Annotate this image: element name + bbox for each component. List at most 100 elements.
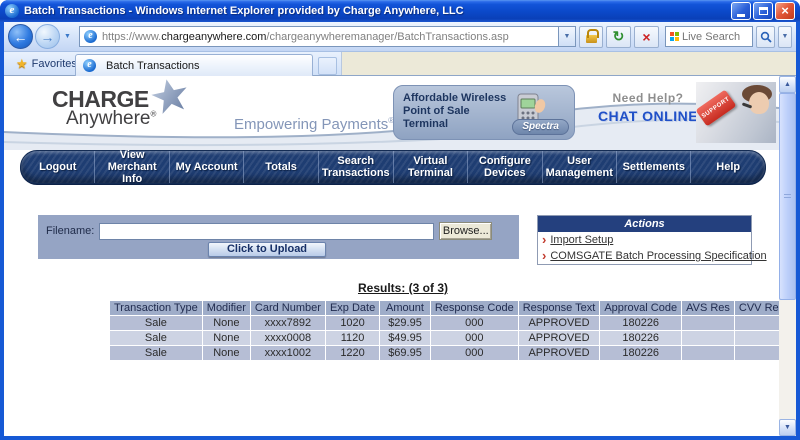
nav-item-search-transactions[interactable]: Search Transactions bbox=[318, 151, 393, 183]
table-cell: 000 bbox=[431, 316, 518, 330]
title-bar[interactable]: e Batch Transactions - Windows Internet … bbox=[0, 0, 800, 22]
site-header: CHARGE Anywhere® Empowering Payments® Af… bbox=[4, 76, 779, 150]
page-viewport: CHARGE Anywhere® Empowering Payments® Af… bbox=[4, 76, 796, 436]
spectra-badge: Spectra bbox=[512, 119, 569, 135]
forward-button[interactable]: → bbox=[35, 24, 60, 49]
nav-item-configure-devices[interactable]: Configure Devices bbox=[467, 151, 541, 183]
nav-item-user-management[interactable]: User Management bbox=[542, 151, 616, 183]
scroll-down-button[interactable]: ▼ bbox=[779, 419, 796, 436]
window-title: Batch Transactions - Windows Internet Ex… bbox=[24, 5, 731, 17]
results-section: Results: (3 of 3) Transaction TypeModifi… bbox=[109, 281, 697, 361]
column-header-response-text: Response Text bbox=[519, 301, 600, 315]
nav-item-virtual-terminal[interactable]: Virtual Terminal bbox=[393, 151, 467, 183]
table-cell: 180226 bbox=[600, 331, 681, 345]
search-input[interactable] bbox=[682, 31, 749, 43]
chat-online-link[interactable]: CHAT ONLINE bbox=[587, 108, 709, 124]
table-cell: Sale bbox=[110, 316, 202, 330]
nav-item-totals[interactable]: Totals bbox=[243, 151, 317, 183]
table-cell: None bbox=[203, 346, 250, 360]
action-row: › Import Setup bbox=[538, 232, 751, 248]
nav-bar: LogoutView Merchant InfoMy AccountTotals… bbox=[20, 150, 766, 184]
chat-online-block[interactable]: Need Help? CHAT ONLINE bbox=[587, 91, 709, 124]
table-cell: 1220 bbox=[326, 346, 379, 360]
column-header-card-number: Card Number bbox=[251, 301, 325, 315]
table-cell: 180226 bbox=[600, 346, 681, 360]
support-agent-face bbox=[749, 92, 769, 114]
refresh-button[interactable]: ↻ bbox=[606, 26, 631, 48]
back-button[interactable]: ← bbox=[8, 24, 33, 49]
charge-anywhere-logo[interactable]: CHARGE Anywhere® bbox=[52, 86, 156, 130]
url-domain: chargeanywhere.com bbox=[161, 31, 266, 43]
filename-input[interactable] bbox=[99, 223, 434, 240]
table-cell: Sale bbox=[110, 331, 202, 345]
magnifier-icon bbox=[760, 31, 772, 43]
scrollbar-thumb[interactable] bbox=[779, 93, 796, 300]
table-cell: $49.95 bbox=[380, 331, 430, 345]
column-header-approval-code: Approval Code bbox=[600, 301, 681, 315]
table-row: SaleNonexxxx78921020$29.95000APPROVED180… bbox=[110, 316, 779, 330]
spectra-banner[interactable]: Affordable Wireless Point of Sale Termin… bbox=[393, 85, 575, 140]
actions-panel-title: Actions bbox=[538, 216, 751, 232]
search-options-dropdown[interactable]: ▼ bbox=[778, 26, 792, 48]
table-cell: xxxx7892 bbox=[251, 316, 325, 330]
close-icon: × bbox=[781, 4, 789, 18]
nav-item-my-account[interactable]: My Account bbox=[169, 151, 243, 183]
close-button[interactable]: × bbox=[775, 2, 795, 20]
tagline: Empowering Payments® bbox=[234, 116, 394, 133]
action-link-comsgate-batch-processing-specification[interactable]: COMSGATE Batch Processing Specification bbox=[550, 250, 766, 262]
table-cell: 000 bbox=[431, 331, 518, 345]
address-bar[interactable]: e https://www.chargeanywhere.com/chargea… bbox=[79, 26, 559, 47]
logo-star-icon bbox=[150, 78, 190, 114]
upload-button[interactable]: Click to Upload bbox=[208, 242, 326, 257]
browse-button[interactable]: Browse... bbox=[439, 222, 492, 240]
live-search-box[interactable] bbox=[665, 26, 753, 47]
table-cell: 180226 bbox=[600, 316, 681, 330]
table-cell bbox=[735, 316, 779, 330]
action-bullet-icon: › bbox=[542, 251, 546, 261]
favorites-button[interactable]: ★ Favorites bbox=[10, 55, 83, 73]
upload-panel: Filename: Browse... Click to Upload bbox=[38, 215, 519, 259]
filename-label: Filename: bbox=[46, 225, 94, 237]
maximize-button[interactable] bbox=[753, 2, 773, 20]
column-header-amount: Amount bbox=[380, 301, 430, 315]
action-link-import-setup[interactable]: Import Setup bbox=[550, 234, 613, 246]
need-help-label: Need Help? bbox=[587, 91, 709, 105]
table-cell: APPROVED bbox=[519, 316, 600, 330]
table-cell bbox=[735, 331, 779, 345]
window-controls: × bbox=[731, 2, 795, 20]
navigation-toolbar: ← → ▼ e https://www.chargeanywhere.com/c… bbox=[4, 22, 796, 52]
table-cell: None bbox=[203, 331, 250, 345]
stop-button[interactable]: × bbox=[634, 26, 659, 48]
table-row: SaleNonexxxx10021220$69.95000APPROVED180… bbox=[110, 346, 779, 360]
table-cell: None bbox=[203, 316, 250, 330]
action-bullet-icon: › bbox=[542, 235, 546, 245]
nav-item-settlements[interactable]: Settlements bbox=[616, 151, 690, 183]
nav-item-logout[interactable]: Logout bbox=[21, 151, 94, 183]
security-lock-button[interactable] bbox=[579, 26, 603, 48]
vertical-scrollbar[interactable]: ▲ ▼ bbox=[779, 76, 796, 436]
page-icon: e bbox=[84, 30, 97, 43]
nav-item-view-merchant-info[interactable]: View Merchant Info bbox=[94, 151, 168, 183]
address-dropdown-button[interactable]: ▼ bbox=[559, 26, 576, 47]
url-path: /chargeanywheremanager/BatchTransactions… bbox=[266, 31, 508, 43]
table-cell bbox=[682, 346, 734, 360]
nav-item-help[interactable]: Help bbox=[690, 151, 764, 183]
support-key-icon: SUPPORT bbox=[696, 89, 736, 126]
table-cell bbox=[682, 316, 734, 330]
search-go-button[interactable] bbox=[756, 26, 775, 48]
tab-batch-transactions[interactable]: e Batch Transactions bbox=[75, 54, 313, 76]
column-header-avs-res: AVS Res bbox=[682, 301, 734, 315]
live-search-icon bbox=[669, 32, 679, 42]
table-cell: 000 bbox=[431, 346, 518, 360]
tab-bar: ★ Favorites e Batch Transactions bbox=[4, 52, 796, 76]
history-dropdown-icon[interactable]: ▼ bbox=[60, 33, 75, 40]
url-text: https://www.chargeanywhere.com/chargeany… bbox=[102, 31, 509, 43]
results-title: Results: (3 of 3) bbox=[109, 281, 697, 295]
column-header-exp-date: Exp Date bbox=[326, 301, 379, 315]
table-row: SaleNonexxxx00081120$49.95000APPROVED180… bbox=[110, 331, 779, 345]
column-header-response-code: Response Code bbox=[431, 301, 518, 315]
new-tab-button[interactable] bbox=[318, 57, 337, 75]
minimize-button[interactable] bbox=[731, 2, 751, 20]
table-cell: $29.95 bbox=[380, 316, 430, 330]
scroll-up-button[interactable]: ▲ bbox=[779, 76, 796, 93]
